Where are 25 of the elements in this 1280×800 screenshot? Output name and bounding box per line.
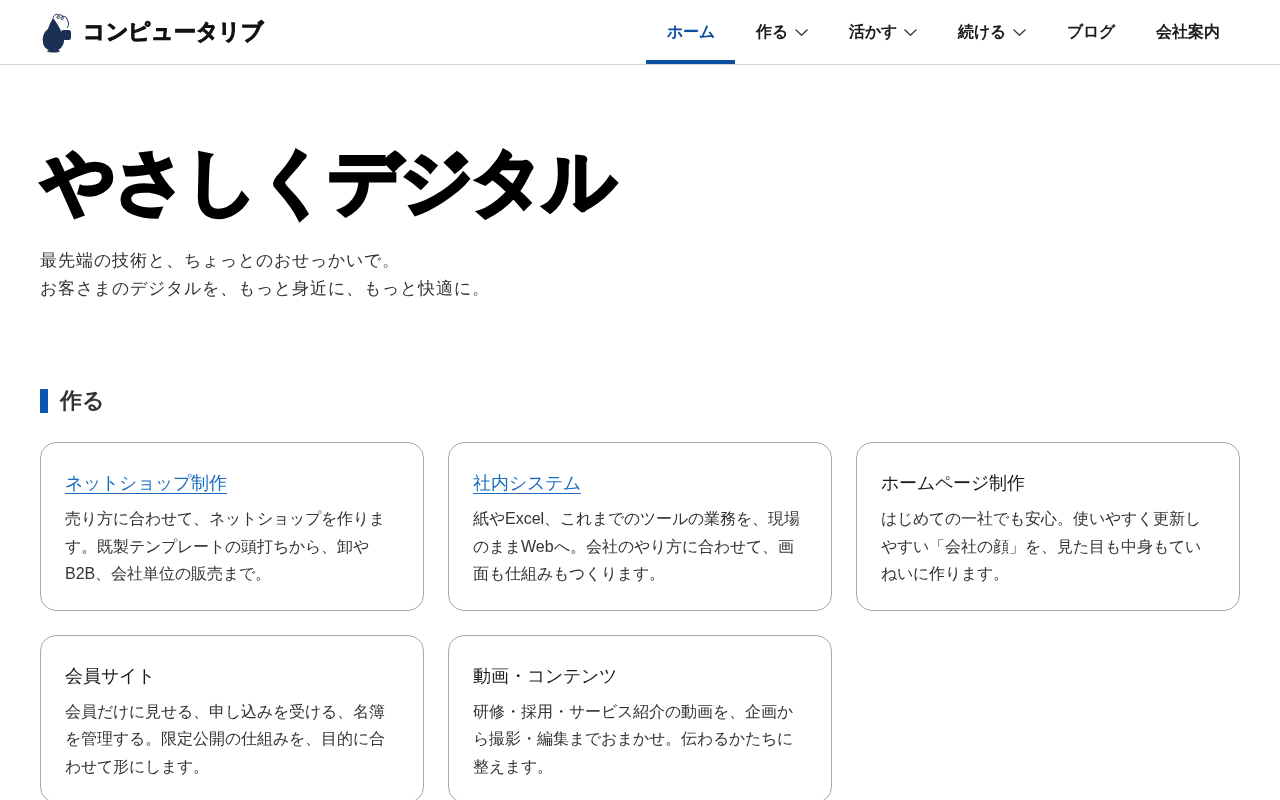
site-logo[interactable]: コンピュータリブ bbox=[40, 11, 264, 53]
card-title: 会員サイト bbox=[65, 664, 155, 688]
card-title: ホームページ制作 bbox=[881, 472, 1025, 495]
nav-tab[interactable]: ブログ bbox=[1046, 0, 1135, 64]
nav-tab[interactable]: 作る bbox=[735, 0, 828, 64]
card-description: 売り方に合わせて、ネットショップを作ります。既製テンプレートの頭打ちから、卸やB2B、会社単位の販売まで。 bbox=[65, 509, 386, 584]
nav-tab[interactable]: 活かす bbox=[828, 0, 937, 64]
nav-tab[interactable]: 続ける bbox=[937, 0, 1046, 64]
card-description: 紙やExcel、これまでのツールの業務を、現場のままWebへ。会社のやり方に合わせて、画面も仕組みもつくります。 bbox=[473, 509, 802, 584]
chevron-down-icon bbox=[903, 28, 917, 36]
nav-tab[interactable]: 会社案内 bbox=[1135, 0, 1240, 64]
tagline-text: お客さまのデジタルを、もっと身近に、もっと快適に。 bbox=[40, 278, 491, 300]
card-title-link[interactable]: ネットショップ制作 bbox=[65, 469, 227, 497]
hero-title: やさしくデジタル bbox=[40, 140, 614, 223]
tagline-text: 最先端の技術と、ちょっとのおせっかいで。 bbox=[40, 250, 401, 272]
chevron-down-icon bbox=[794, 28, 808, 36]
heading-accent-bar bbox=[40, 389, 48, 413]
section-heading: 作る bbox=[60, 387, 105, 415]
card-description: 研修・採用・サービス紹介の動画を、企画から撮影・編集までおまかせ。伝わるかたちに整えます。 bbox=[473, 701, 794, 777]
card-title-link[interactable]: 社内システム bbox=[473, 469, 581, 497]
card-title: 動画・コンテンツ bbox=[473, 664, 617, 688]
card-description: はじめての一社でも安心。使いやすく更新しやすい「会社の顔」を、見た目も中身もていねいに作ります。 bbox=[881, 509, 1202, 584]
card-description: 会員だけに見せる、申し込みを受ける、名簿を管理する。限定公開の仕組みを、目的に合わせて形にします。 bbox=[65, 701, 386, 777]
nav-tab[interactable]: ホーム bbox=[646, 0, 735, 64]
chevron-down-icon bbox=[1012, 28, 1026, 36]
